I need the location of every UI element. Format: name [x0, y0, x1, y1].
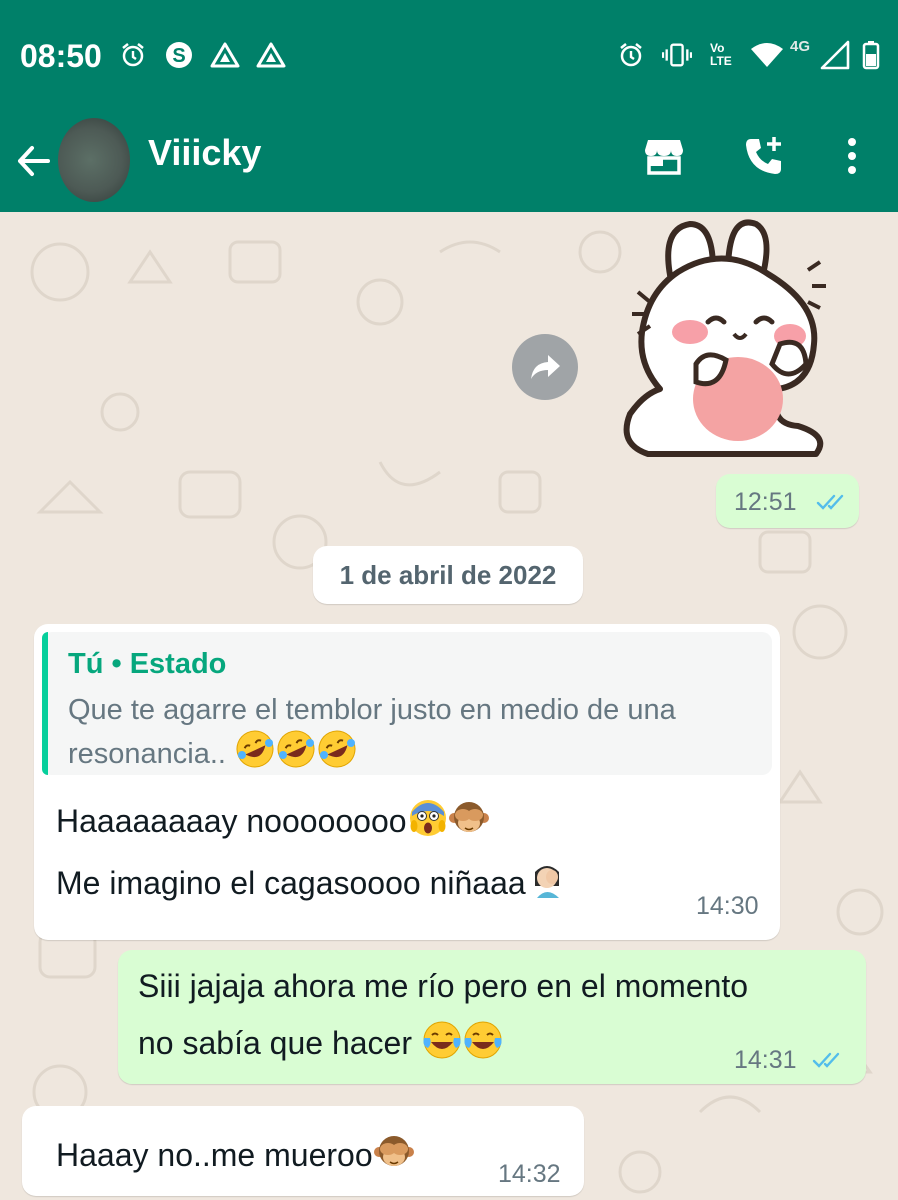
- wifi-icon: [750, 40, 784, 70]
- message-time: 12:51: [734, 488, 797, 516]
- signal-icon: [820, 40, 850, 70]
- message-text: Me imagino el cagasoooo niñaaa: [56, 860, 567, 902]
- more-icon[interactable]: [828, 134, 876, 178]
- tears-of-joy-emoji-icon: [463, 1020, 503, 1060]
- read-ticks-icon: [812, 1050, 846, 1070]
- facepalm-emoji-icon: [527, 860, 567, 900]
- back-arrow-icon[interactable]: [14, 136, 54, 186]
- drive-icon: [256, 40, 286, 70]
- alarm-icon: [616, 40, 646, 70]
- vibrate-icon: [662, 40, 692, 70]
- svg-text:S: S: [172, 45, 185, 67]
- forward-button[interactable]: [512, 334, 578, 400]
- see-no-evil-monkey-emoji-icon: [449, 798, 489, 838]
- read-ticks-icon: [816, 492, 850, 512]
- quote-accent-bar: [42, 632, 48, 775]
- date-separator: 1 de abril de 2022: [313, 546, 583, 604]
- message-bubble-incoming[interactable]: Haaay no..me mueroo 14:32: [22, 1106, 584, 1196]
- see-no-evil-monkey-emoji-icon: [374, 1132, 414, 1172]
- quote-author: Tú • Estado: [68, 648, 227, 680]
- message-time: 14:30: [696, 892, 759, 920]
- battery-icon: [860, 40, 882, 70]
- drive-icon: [210, 40, 240, 70]
- message-time: 14:32: [498, 1160, 561, 1188]
- message-text: Haaay no..me mueroo: [56, 1132, 414, 1174]
- avatar[interactable]: [58, 118, 130, 202]
- sticker-meta-bubble: 12:51: [716, 474, 859, 528]
- rofl-emoji-icon: [317, 729, 357, 769]
- add-call-icon[interactable]: [740, 134, 788, 178]
- message-text: Siii jajaja ahora me río pero en el mome…: [138, 968, 749, 1004]
- message-bubble-outgoing[interactable]: Siii jajaja ahora me río pero en el mome…: [118, 950, 866, 1084]
- bunny-sticker[interactable]: [618, 214, 838, 466]
- rofl-emoji-icon: [235, 729, 275, 769]
- quoted-status[interactable]: Tú • Estado Que te agarre el temblor jus…: [42, 632, 772, 775]
- quote-text: Que te agarre el temblor justo en medio …: [68, 692, 758, 773]
- message-text: no sabía que hacer: [138, 1020, 503, 1062]
- message-text: Haaaaaaaay noooooooo: [56, 798, 489, 840]
- contact-name[interactable]: Viiicky: [148, 132, 261, 174]
- status-time: 08:50: [20, 38, 102, 74]
- chat-area[interactable]: 12:51 1 de abril de 2022 Tú • Estado Que…: [0, 212, 898, 1200]
- tears-of-joy-emoji-icon: [422, 1020, 462, 1060]
- screaming-face-emoji-icon: [408, 798, 448, 838]
- volte-icon: Vo LTE: [710, 41, 732, 68]
- status-bar: 08:50 S Vo LTE 4G: [0, 0, 898, 110]
- rofl-emoji-icon: [276, 729, 316, 769]
- alarm-icon: [118, 40, 148, 70]
- network-type: 4G: [790, 38, 811, 55]
- s-app-icon: S: [164, 40, 194, 70]
- store-icon[interactable]: [640, 134, 688, 178]
- message-time: 14:31: [734, 1046, 797, 1074]
